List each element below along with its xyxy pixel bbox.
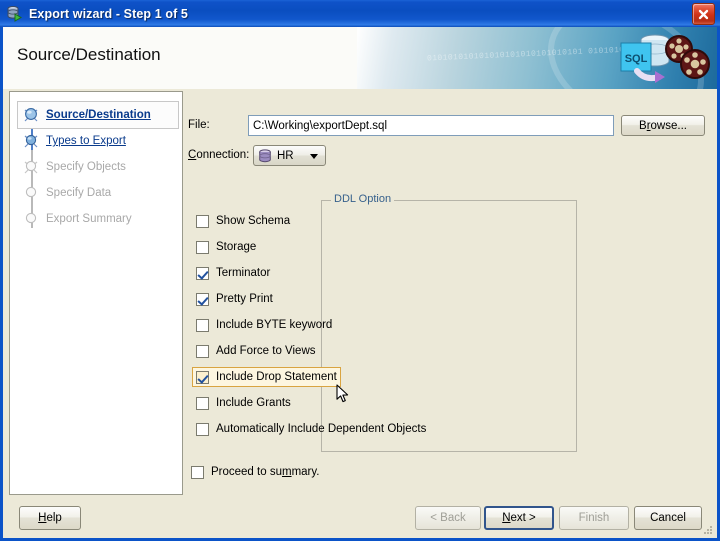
checkbox-box[interactable] [196, 344, 209, 358]
checkbox-label: Proceed to summary. [211, 466, 319, 478]
checkbox-box[interactable] [196, 240, 209, 254]
checkbox-label: Terminator [216, 267, 271, 279]
checkbox-label: Include Drop Statement [216, 371, 337, 383]
wizard-content: Source/Destination Types to Export Speci… [3, 89, 717, 497]
ddl-option-group [321, 200, 577, 452]
export-wizard-window: Export wizard - Step 1 of 5 010101010101… [0, 0, 720, 541]
wizard-main-pane: File: Browse... Connection: [185, 89, 717, 497]
checkbox-label: Automatically Include Dependent Objects [216, 423, 427, 435]
checkbox-storage[interactable]: Storage [193, 237, 259, 257]
file-input[interactable] [248, 115, 614, 136]
database-export-icon [6, 5, 23, 22]
checkbox-label: Storage [216, 241, 257, 253]
browse-button[interactable]: Browse... [621, 115, 705, 136]
step-node-active-icon [22, 132, 40, 150]
proceed-label-post: mary. [291, 466, 320, 478]
resize-grip-icon[interactable] [701, 523, 713, 535]
close-icon[interactable] [692, 3, 715, 25]
connection-mnemonic: C [188, 149, 197, 161]
sidebar-item-label: Specify Data [46, 187, 112, 199]
checkbox-add-force-to-views[interactable]: Add Force to Views [193, 341, 319, 361]
finish-button: Finish [559, 506, 629, 530]
help-label-rest: elp [46, 512, 62, 524]
checkbox-label: Pretty Print [216, 293, 273, 305]
sidebar-item-types-to-export[interactable]: Types to Export [18, 128, 178, 154]
checkbox-auto-include-dependent-objects[interactable]: Automatically Include Dependent Objects [193, 419, 429, 439]
sidebar-item-label: Specify Objects [46, 161, 126, 173]
checkbox-box[interactable] [196, 266, 209, 280]
sidebar-item-label: Types to Export [46, 135, 126, 147]
checkbox-label: Add Force to Views [216, 345, 316, 357]
cancel-button[interactable]: Cancel [634, 506, 702, 530]
checkbox-label: Include BYTE keyword [216, 319, 333, 331]
wizard-step-sidebar: Source/Destination Types to Export Speci… [9, 91, 183, 495]
step-node-active-icon [22, 106, 40, 124]
connection-value: HR [277, 149, 294, 162]
file-row: File: Browse... [185, 115, 705, 137]
connection-label: Connection: [188, 149, 250, 161]
svg-text:SQL: SQL [625, 53, 648, 65]
banner-sql-database-icon: SQL [620, 34, 710, 83]
window-title: Export wizard - Step 1 of 5 [29, 6, 188, 21]
checkbox-include-byte-keyword[interactable]: Include BYTE keyword [193, 315, 335, 335]
browse-button-label: Browse... [639, 119, 687, 132]
database-icon [258, 148, 272, 163]
back-button: < Back [415, 506, 481, 530]
checkbox-label: Include Grants [216, 397, 291, 409]
proceed-label-pre: Proceed to su [211, 466, 282, 478]
step-node-disabled-icon [22, 158, 40, 176]
checkbox-pretty-print[interactable]: Pretty Print [193, 289, 276, 309]
wizard-header: 010101010101010101010101010101 010101010… [3, 27, 717, 89]
checkbox-box[interactable] [196, 396, 209, 410]
checkbox-proceed-to-summary[interactable]: Proceed to summary. [191, 463, 319, 481]
next-button[interactable]: Next > [484, 506, 554, 530]
sidebar-item-label: Export Summary [46, 213, 132, 225]
sidebar-item-specify-objects: Specify Objects [18, 154, 178, 180]
help-button[interactable]: Help [19, 506, 81, 530]
step-node-disabled-icon [22, 210, 40, 228]
next-mnemonic: N [502, 512, 511, 524]
sidebar-item-source-destination[interactable]: Source/Destination [17, 101, 179, 129]
checkbox-include-grants[interactable]: Include Grants [193, 393, 294, 413]
checkbox-label: Show Schema [216, 215, 291, 227]
back-button-label: < Back [430, 512, 466, 524]
checkbox-box[interactable] [196, 318, 209, 332]
checkbox-box[interactable] [196, 292, 209, 306]
title-bar: Export wizard - Step 1 of 5 [0, 0, 720, 27]
checkbox-box[interactable] [191, 465, 204, 479]
cancel-button-label: Cancel [650, 512, 686, 524]
file-label: File: [188, 119, 210, 131]
checkbox-box[interactable] [196, 422, 209, 436]
dialog-button-bar: Help < Back Next > Finish Cancel [3, 497, 717, 538]
browse-mnemonic: r [646, 119, 651, 132]
checkbox-show-schema[interactable]: Show Schema [193, 211, 293, 231]
page-title: Source/Destination [17, 45, 161, 64]
sidebar-item-specify-data: Specify Data [18, 180, 178, 206]
ddl-option-legend: DDL Option [331, 193, 395, 205]
step-node-disabled-icon [22, 184, 40, 202]
chevron-down-icon [310, 154, 318, 159]
proceed-mnemonic: m [281, 466, 292, 478]
sidebar-item-export-summary: Export Summary [18, 206, 178, 232]
step-list: Source/Destination Types to Export Speci… [17, 101, 179, 232]
connection-dropdown[interactable]: HR [253, 145, 326, 166]
checkbox-box[interactable] [196, 370, 209, 384]
finish-button-label: Finish [578, 512, 610, 524]
checkbox-box[interactable] [196, 214, 209, 228]
checkbox-include-drop-statement[interactable]: Include Drop Statement [192, 367, 341, 387]
sidebar-item-label: Source/Destination [46, 109, 151, 121]
header-banner-graphic: 010101010101010101010101010101 010101010… [357, 27, 717, 89]
help-button-label: Help [38, 512, 62, 524]
next-label-rest: ext > [510, 512, 536, 524]
next-button-label: Next > [502, 512, 536, 524]
checkbox-terminator[interactable]: Terminator [193, 263, 273, 283]
